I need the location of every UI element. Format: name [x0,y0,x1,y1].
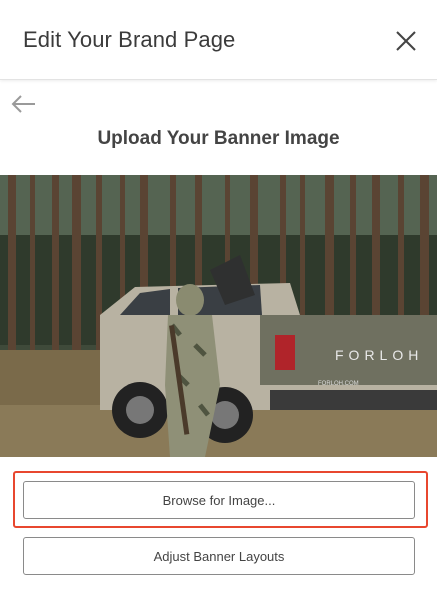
close-icon [396,31,416,51]
banner-image: FORLOH FORLOH.COM [0,175,437,457]
close-button[interactable] [392,27,420,55]
section-title: Upload Your Banner Image [97,128,340,149]
modal-header: Edit Your Brand Page [0,0,437,80]
adjust-banner-layouts-button[interactable]: Adjust Banner Layouts [23,537,415,575]
truck-brand-text: FORLOH [335,347,423,363]
arrow-left-icon [11,95,35,113]
browse-for-image-button[interactable]: Browse for Image... [23,481,415,519]
back-button[interactable] [10,92,38,116]
modal-title: Edit Your Brand Page [23,27,236,52]
truck-url-text: FORLOH.COM [318,381,359,387]
